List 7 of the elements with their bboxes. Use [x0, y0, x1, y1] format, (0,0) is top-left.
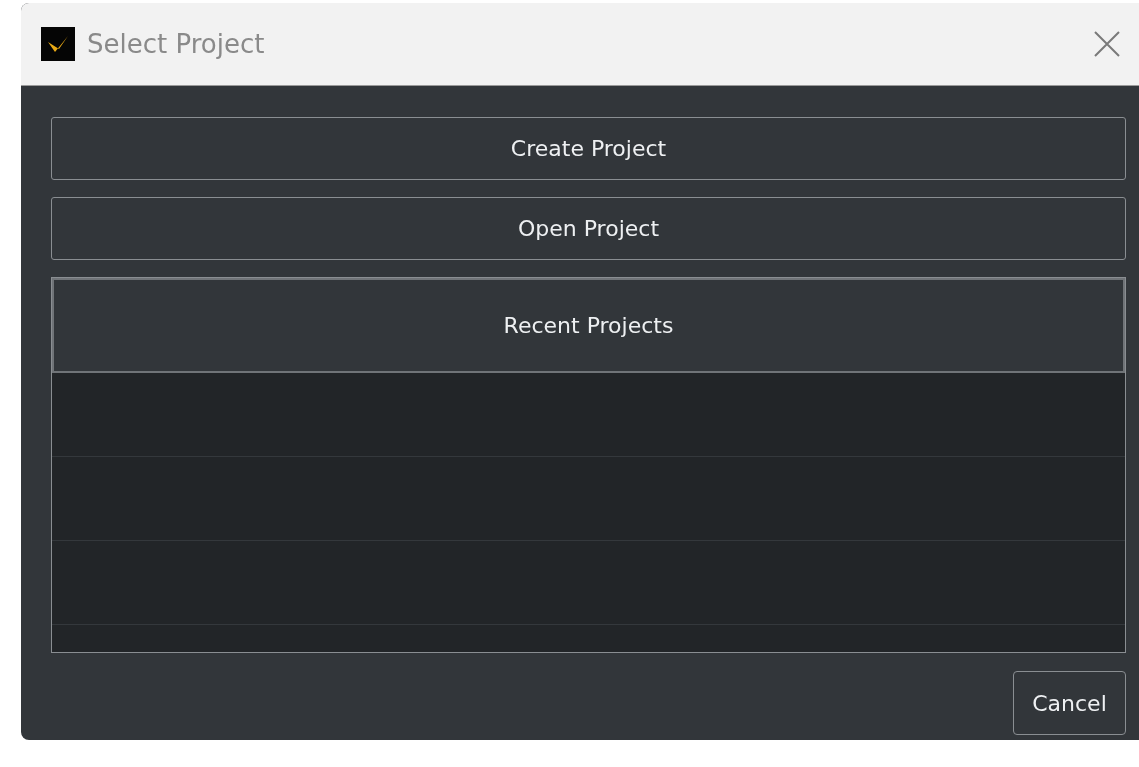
action-button[interactable]: Open Project: [51, 197, 1126, 260]
close-icon[interactable]: [1093, 30, 1121, 58]
action-button[interactable]: Create Project: [51, 117, 1126, 180]
column-header: Recent Projects: [52, 278, 1125, 373]
app-logo-icon: [41, 27, 75, 61]
window-title: Select Project: [87, 29, 266, 59]
cancel-button[interactable]: Cancel: [1013, 671, 1126, 735]
